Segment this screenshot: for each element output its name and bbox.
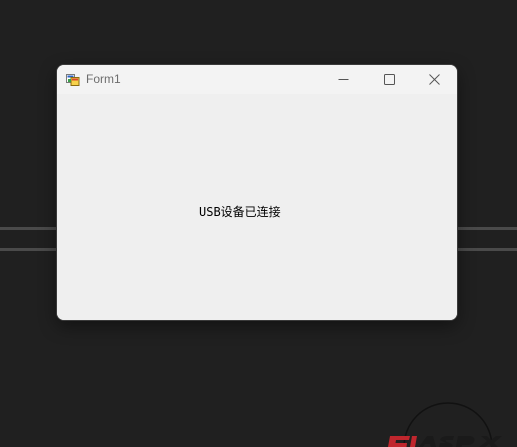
maximize-button[interactable]: [366, 65, 412, 94]
usb-status-label: USB设备已连接: [199, 205, 281, 219]
minimize-icon: [338, 74, 349, 85]
maximize-icon: [383, 74, 395, 85]
minimize-button[interactable]: [320, 65, 366, 94]
watermark-logo: [388, 402, 517, 447]
title-bar[interactable]: Form1: [57, 65, 457, 94]
form1-window: Form1 USB设备已连接: [57, 65, 457, 320]
form-client-area: USB设备已连接: [57, 94, 457, 320]
window-title: Form1: [86, 72, 121, 86]
close-icon: [428, 74, 440, 85]
desktop: Form1 USB设备已连接: [0, 0, 517, 447]
close-button[interactable]: [411, 65, 457, 94]
winforms-app-icon: [66, 72, 80, 86]
